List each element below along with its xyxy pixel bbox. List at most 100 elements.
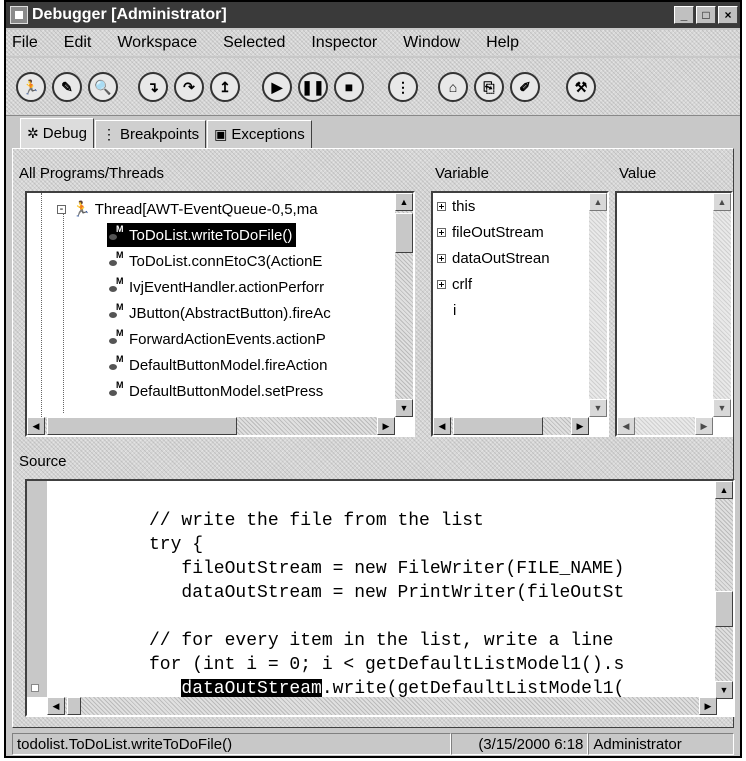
close-button[interactable]: × (718, 6, 738, 24)
inspect-icon[interactable]: ⌂ (438, 72, 468, 102)
magnifier-icon[interactable]: 🔍 (88, 72, 118, 102)
step-over-icon[interactable]: ↷ (174, 72, 204, 102)
menu-window[interactable]: Window (403, 34, 460, 52)
scroll-left-icon[interactable]: ◀ (47, 697, 65, 715)
method-frame-icon (107, 276, 125, 294)
expand-icon[interactable] (437, 201, 446, 211)
resume-icon[interactable]: ▶ (262, 72, 292, 102)
menu-workspace[interactable]: Workspace (117, 34, 197, 52)
threads-vscroll[interactable]: ▲ ▼ (395, 193, 413, 417)
scroll-right-icon[interactable]: ▶ (695, 417, 713, 435)
expand-icon[interactable] (437, 253, 446, 263)
window-title: Debugger [Administrator] (32, 6, 227, 23)
scroll-up-icon[interactable]: ▲ (713, 193, 731, 211)
menu-selected[interactable]: Selected (223, 34, 285, 52)
value-hscroll[interactable]: ◀ ▶ (617, 417, 713, 435)
threads-header: All Programs/Threads (19, 165, 165, 182)
stack-frame-row[interactable]: ToDoList.writeToDoFile() (107, 223, 297, 247)
stack-frame-row[interactable]: DefaultButtonModel.setPress (107, 379, 323, 403)
code-line[interactable]: dataOutStream = new PrintWriter(fileOutS… (149, 581, 624, 605)
scroll-left-icon[interactable]: ◀ (433, 417, 451, 435)
suspend-icon[interactable]: ❚❚ (298, 72, 328, 102)
variable-row[interactable]: fileOutStream (437, 219, 544, 245)
source-header: Source (19, 453, 67, 470)
stack-frame-label: ToDoList.writeToDoFile() (129, 226, 293, 244)
stack-frame-row[interactable]: ToDoList.connEtoC3(ActionE (107, 249, 322, 273)
scroll-thumb[interactable] (395, 213, 413, 253)
source-panel: // write the file from the list try { fi… (25, 479, 735, 717)
scroll-up-icon[interactable]: ▲ (715, 481, 733, 499)
variables-panel: this fileOutStream dataOutStrean crlf i … (431, 191, 609, 437)
collapse-icon[interactable]: - (57, 203, 66, 214)
threads-hscroll[interactable]: ◀ ▶ (27, 417, 395, 435)
tab-debug-label: Debug (42, 125, 87, 142)
menu-file[interactable]: File (12, 34, 38, 52)
code-line[interactable]: // for every item in the list, write a l… (149, 629, 613, 653)
code-line[interactable]: try { (149, 533, 203, 557)
menu-edit[interactable]: Edit (64, 34, 92, 52)
status-timestamp: (3/15/2000 6:18 (450, 733, 589, 755)
code-line[interactable]: fileOutStream = new FileWriter(FILE_NAME… (149, 557, 624, 581)
terminate-icon[interactable]: ■ (334, 72, 364, 102)
variables-hscroll[interactable]: ◀ ▶ (433, 417, 589, 435)
expand-icon[interactable] (437, 279, 446, 289)
display-icon[interactable]: ⎘ (474, 72, 504, 102)
step-return-icon[interactable]: ↥ (210, 72, 240, 102)
scroll-right-icon[interactable]: ▶ (699, 697, 717, 715)
drop-frame-icon[interactable]: ⋮ (388, 72, 418, 102)
tab-debug[interactable]: ✲ Debug (20, 118, 94, 148)
code-line[interactable]: for (int i = 0; i < getDefaultListModel1… (149, 653, 624, 677)
code-line[interactable]: // write the file from the list (149, 509, 484, 533)
scroll-up-icon[interactable]: ▲ (589, 193, 607, 211)
variable-row[interactable]: dataOutStrean (437, 245, 550, 271)
variable-row[interactable]: crlf (437, 271, 472, 297)
minimize-button[interactable]: _ (674, 6, 694, 24)
stack-frame-row[interactable]: IvjEventHandler.actionPerforr (107, 275, 324, 299)
breakpoint-marker-icon[interactable] (31, 684, 39, 692)
stack-frame-row[interactable]: ForwardActionEvents.actionP (107, 327, 326, 351)
run-icon[interactable]: 🏃 (16, 72, 46, 102)
tab-exceptions[interactable]: ▣ Exceptions (207, 120, 312, 148)
scroll-down-icon[interactable]: ▼ (715, 681, 733, 699)
scroll-down-icon[interactable]: ▼ (395, 399, 413, 417)
source-hscroll[interactable]: ◀ ▶ (47, 697, 717, 715)
title-bar[interactable]: Debugger [Administrator] _ □ × (6, 2, 740, 28)
step-into-icon[interactable]: ↴ (138, 72, 168, 102)
value-vscroll[interactable]: ▲ ▼ (713, 193, 731, 417)
scroll-left-icon[interactable]: ◀ (617, 417, 635, 435)
scroll-right-icon[interactable]: ▶ (571, 417, 589, 435)
evaluate-icon[interactable]: ✐ (510, 72, 540, 102)
scroll-down-icon[interactable]: ▼ (713, 399, 731, 417)
tree-line (63, 213, 64, 413)
menu-help[interactable]: Help (486, 34, 519, 52)
stack-frame-row[interactable]: DefaultButtonModel.fireAction (107, 353, 327, 377)
scroll-thumb[interactable] (453, 417, 543, 435)
method-frame-icon (107, 328, 125, 346)
thread-running-icon: 🏃 (72, 201, 91, 218)
scroll-thumb[interactable] (715, 591, 733, 627)
tab-breakpoints[interactable]: ⋮ Breakpoints (94, 120, 207, 148)
scroll-right-icon[interactable]: ▶ (377, 417, 395, 435)
source-gutter (27, 481, 47, 697)
scroll-thumb[interactable] (67, 697, 81, 715)
menu-inspector[interactable]: Inspector (311, 34, 377, 52)
variables-vscroll[interactable]: ▲ ▼ (589, 193, 607, 417)
scroll-left-icon[interactable]: ◀ (27, 417, 45, 435)
stack-frame-row[interactable]: JButton(AbstractButton).fireAc (107, 301, 331, 325)
wrench-icon[interactable]: ⚒ (566, 72, 596, 102)
scroll-up-icon[interactable]: ▲ (395, 193, 413, 211)
thread-node[interactable]: - 🏃 Thread[AWT-EventQueue-0,5,ma (57, 197, 318, 221)
maximize-button[interactable]: □ (696, 6, 716, 24)
scroll-down-icon[interactable]: ▼ (589, 399, 607, 417)
method-frame-icon (107, 354, 125, 372)
expand-icon[interactable] (437, 227, 446, 237)
variable-row[interactable]: i (453, 297, 456, 323)
scroll-thumb[interactable] (47, 417, 237, 435)
variable-row[interactable]: this (437, 193, 475, 219)
pen-icon[interactable]: ✎ (52, 72, 82, 102)
source-vscroll[interactable]: ▲ ▼ (715, 481, 733, 699)
breakpoints-icon: ⋮ (101, 126, 116, 142)
menu-bar: File Edit Workspace Selected Inspector W… (6, 30, 740, 56)
status-bar: todolist.ToDoList.writeToDoFile() (3/15/… (12, 732, 734, 756)
